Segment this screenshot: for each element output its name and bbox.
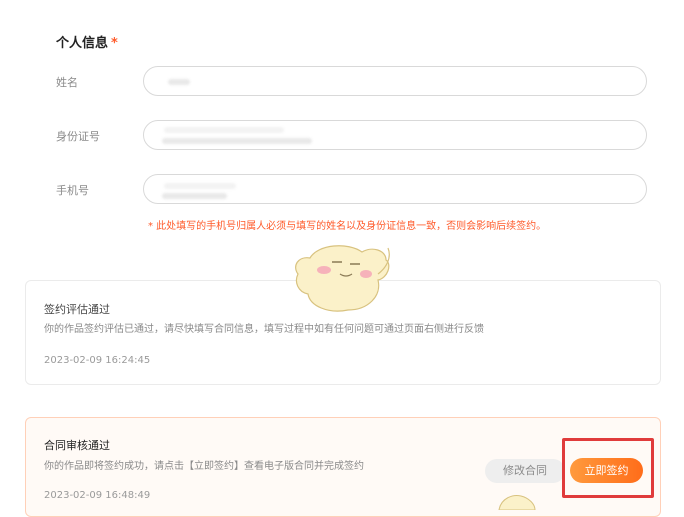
card-timestamp: 2023-02-09 16:48:49 [44, 490, 151, 501]
name-label: 姓名 [56, 76, 78, 89]
phone-input[interactable] [143, 174, 647, 204]
card-title: 签约评估通过 [44, 303, 110, 316]
required-mark: * [111, 36, 118, 51]
id-number-input[interactable] [143, 120, 647, 150]
redacted-value [168, 79, 190, 85]
card-description: 你的作品签约评估已通过，请尽快填写合同信息，填写过程中如有任何问题可通过页面右侧… [44, 324, 484, 335]
card-timestamp: 2023-02-09 16:24:45 [44, 355, 151, 366]
modify-contract-button[interactable]: 修改合同 [485, 459, 565, 483]
mascot-icon [288, 234, 396, 316]
card-title: 合同审核通过 [44, 439, 110, 452]
redacted-value [164, 127, 284, 133]
name-input[interactable] [143, 66, 647, 96]
mascot-icon [497, 492, 537, 511]
redacted-value [162, 193, 227, 199]
id-number-label: 身份证号 [56, 130, 100, 143]
section-title: 个人信息 * [56, 32, 118, 51]
section-title-text: 个人信息 [56, 36, 109, 51]
phone-label: 手机号 [56, 184, 89, 197]
card-description: 你的作品即将签约成功，请点击【立即签约】查看电子版合同并完成签约 [44, 461, 364, 472]
redacted-value [162, 138, 312, 144]
highlight-annotation [562, 438, 654, 498]
phone-warning: * 此处填写的手机号归属人必须与填写的姓名以及身份证信息一致，否则会影响后续签约… [148, 221, 547, 232]
redacted-value [164, 183, 236, 189]
